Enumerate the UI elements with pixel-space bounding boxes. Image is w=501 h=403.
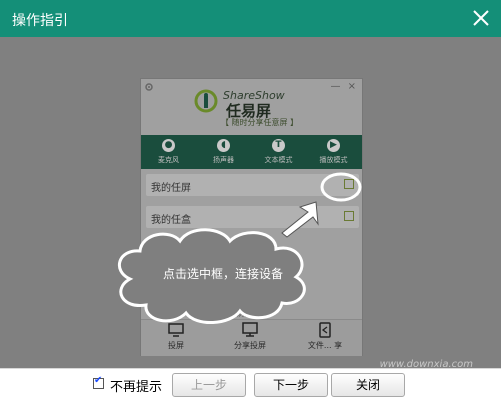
mode-label: 麦克风: [158, 156, 179, 164]
refresh-list-link[interactable]: 刷新列表: [237, 309, 265, 319]
prev-step-button[interactable]: 上一步: [172, 373, 246, 397]
window-controls: — ×: [330, 81, 358, 92]
mode-bar: ● 麦克风 ◖ 扬声器 T 文本模式 ▶ 播放模式: [141, 135, 362, 169]
device-name: 我的任盒: [151, 215, 191, 226]
action-label: 投屏: [168, 341, 184, 350]
mode-speaker[interactable]: ◖ 扬声器: [196, 135, 251, 169]
guide-content: — × ShareShow 任易屏 【 随时分享任意屏 】 ● 麦克风 ◖ 扬声…: [0, 37, 501, 368]
title-bar: 操作指引: [0, 0, 501, 37]
mode-label: 扬声器: [213, 156, 234, 164]
share-cast-icon: [242, 322, 258, 337]
device-row-renhe[interactable]: 我的任盒: [146, 206, 359, 228]
bottom-action-bar: 投屏 分享投屏 文件... 享: [141, 319, 362, 356]
device-checkbox[interactable]: [344, 211, 354, 221]
share-cast-button[interactable]: 分享投屏: [220, 322, 280, 351]
close-icon[interactable]: [469, 6, 493, 30]
file-share-icon: [319, 322, 331, 338]
footer-bar: ✔ 不再提示 上一步 下一步 关闭: [0, 368, 501, 403]
next-step-button[interactable]: 下一步: [254, 373, 328, 397]
watermark: www.downxia.com: [379, 359, 473, 368]
checkmark-icon: ✔: [94, 375, 103, 386]
device-checkbox[interactable]: [344, 179, 354, 189]
mode-text[interactable]: T 文本模式: [251, 135, 306, 169]
shareshow-logo-icon: [194, 89, 218, 113]
text-mode-icon: T: [272, 139, 285, 152]
action-label: 文件... 享: [307, 341, 343, 350]
window-title: 操作指引: [12, 13, 68, 29]
gear-icon: [145, 83, 153, 91]
cast-screen-icon: [168, 323, 184, 337]
app-preview: — × ShareShow 任易屏 【 随时分享任意屏 】 ● 麦克风 ◖ 扬声…: [140, 78, 363, 356]
checkbox-label: 不再提示: [110, 380, 163, 395]
mode-play[interactable]: ▶ 播放模式: [306, 135, 361, 169]
device-name: 我的任屏: [151, 183, 191, 194]
action-label: 分享投屏: [234, 341, 266, 350]
file-share-button[interactable]: 文件... 享: [295, 322, 355, 351]
close-button[interactable]: 关闭: [331, 373, 405, 397]
mode-label: 播放模式: [319, 156, 348, 164]
play-mode-icon: ▶: [327, 139, 340, 152]
cast-screen-button[interactable]: 投屏: [146, 322, 206, 351]
mode-label: 文本模式: [264, 156, 293, 164]
device-row-renping[interactable]: 我的任屏: [146, 174, 359, 196]
mode-microphone[interactable]: ● 麦克风: [141, 135, 196, 169]
speaker-icon: ◖: [217, 139, 230, 152]
slogan: 【 随时分享任意屏 】: [221, 118, 299, 127]
callout-text: 点击选中框，连接设备: [162, 267, 283, 281]
microphone-icon: ●: [162, 139, 175, 152]
